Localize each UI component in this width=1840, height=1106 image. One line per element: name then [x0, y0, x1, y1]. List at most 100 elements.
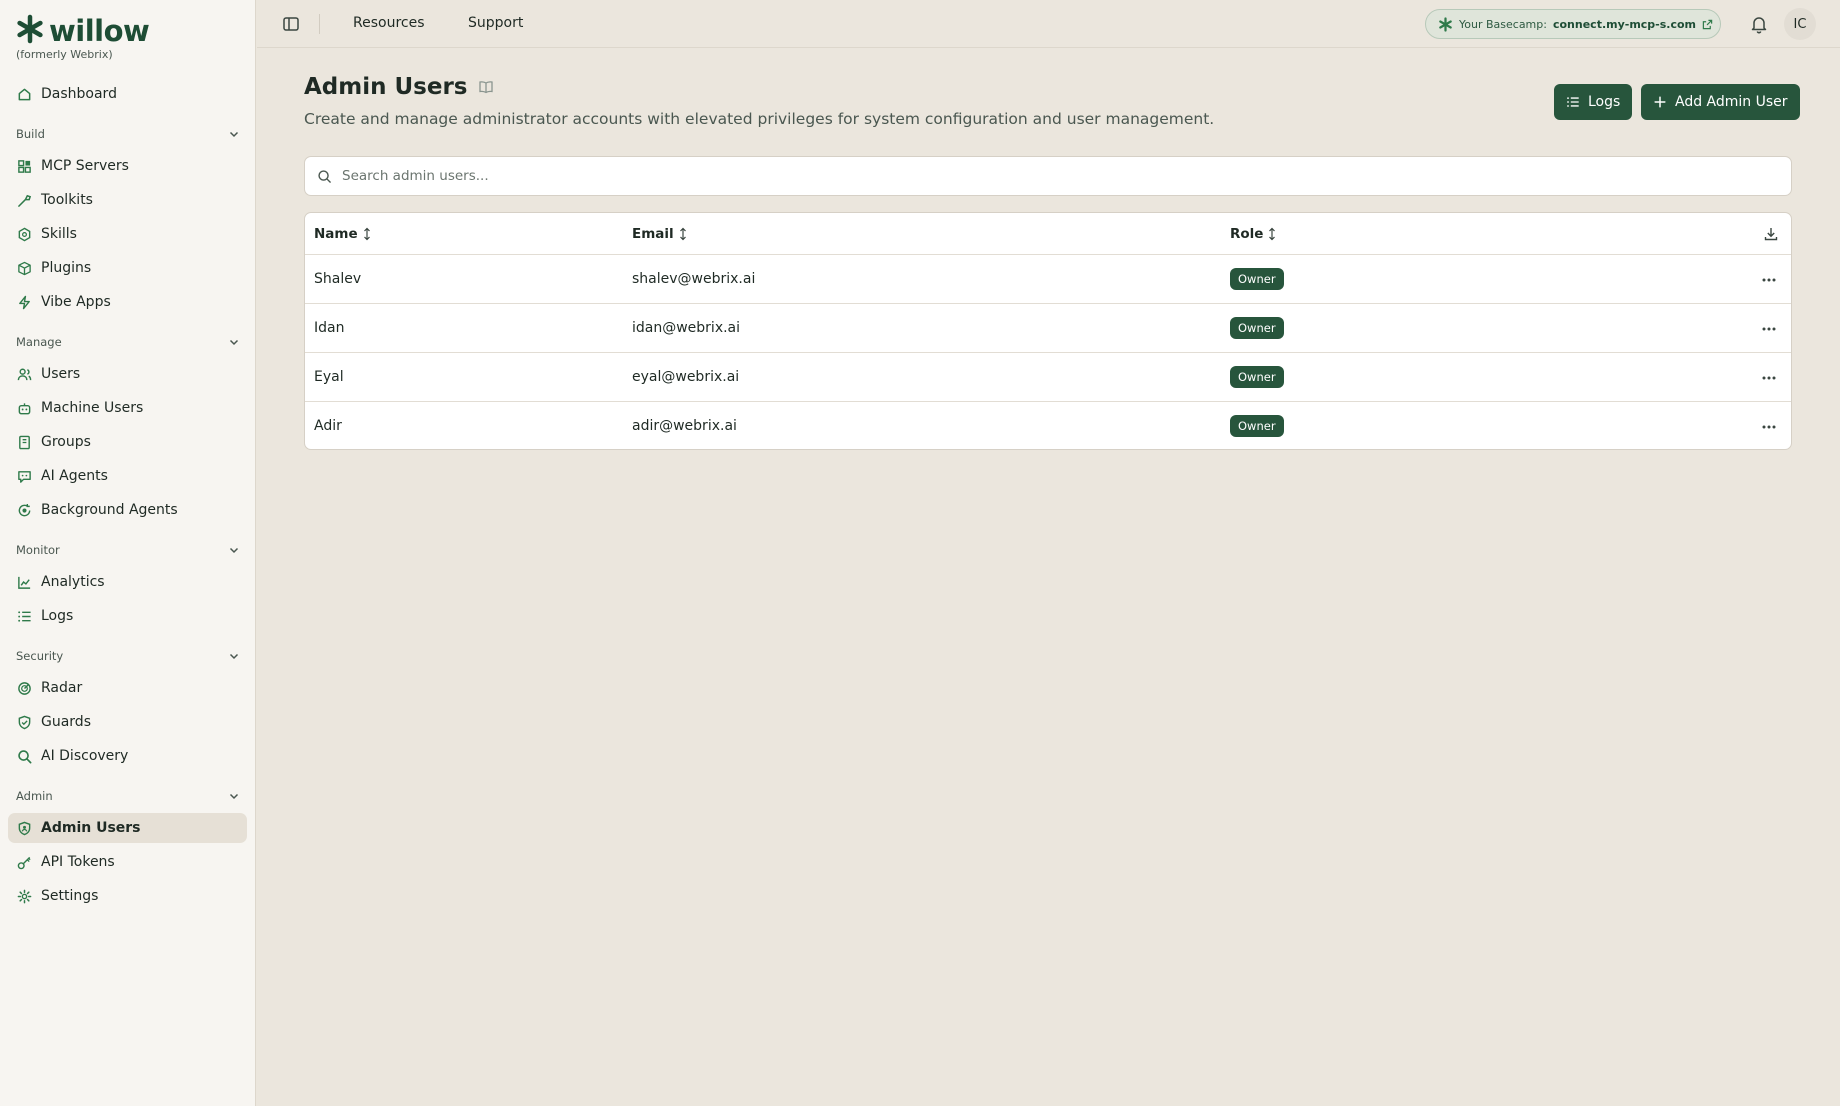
sidebar-item-admin-users[interactable]: Admin Users	[8, 813, 247, 843]
more-icon[interactable]	[1760, 271, 1778, 289]
logs-button[interactable]: Logs	[1554, 84, 1633, 120]
brand-name: willow	[49, 14, 150, 48]
willow-logo-icon	[15, 14, 45, 48]
brand[interactable]: willow (formerly Webrix)	[15, 14, 150, 61]
support-link[interactable]: Support	[468, 15, 523, 31]
sidebar-item-vibe-apps[interactable]: Vibe Apps	[8, 287, 247, 317]
sidebar-item-background-agents[interactable]: Background Agents	[8, 495, 247, 525]
sidebar-item-label: Logs	[41, 608, 74, 624]
cell-email: eyal@webrix.ai	[632, 369, 740, 385]
book-icon	[19, 435, 30, 449]
external-link-icon	[1702, 19, 1713, 29]
column-header-role[interactable]: Role	[1230, 226, 1277, 242]
sidebar-item-label: MCP Servers	[41, 158, 129, 174]
table-header: Name Email Role	[305, 213, 1791, 255]
sidebar-item-skills[interactable]: Skills	[8, 219, 247, 249]
basecamp-link[interactable]: Your Basecamp: connect.my-mcp-s.com	[1425, 9, 1721, 39]
package-icon	[18, 261, 31, 275]
table-row[interactable]: Adir adir@webrix.ai Owner	[305, 402, 1791, 449]
sidebar-item-logs[interactable]: Logs	[8, 601, 247, 631]
avatar[interactable]: IC	[1784, 8, 1816, 40]
sidebar-item-ai-agents[interactable]: AI Agents	[8, 461, 247, 491]
chevron-down-icon	[229, 131, 239, 138]
section-label: Monitor	[16, 543, 60, 557]
cell-name: Shalev	[314, 271, 362, 287]
chevron-down-icon	[229, 339, 239, 346]
cell-email: adir@webrix.ai	[632, 418, 737, 434]
column-header-email[interactable]: Email	[632, 226, 688, 242]
page-subtitle: Create and manage administrator accounts…	[304, 110, 1215, 128]
shield-icon	[18, 715, 31, 729]
home-icon	[18, 88, 31, 100]
sidebar-item-label: Dashboard	[41, 86, 117, 102]
sidebar-item-ai-discovery[interactable]: AI Discovery	[8, 741, 247, 771]
sidebar-item-label: Toolkits	[41, 192, 93, 208]
more-icon[interactable]	[1760, 418, 1778, 436]
role-badge: Owner	[1230, 268, 1284, 290]
section-label: Build	[16, 127, 45, 141]
sidebar-item-label: Vibe Apps	[41, 294, 111, 310]
sidebar-item-label: Plugins	[41, 260, 92, 276]
sidebar-item-mcp-servers[interactable]: MCP Servers	[8, 151, 247, 181]
robot-icon	[18, 402, 31, 414]
sidebar-item-label: AI Agents	[41, 468, 108, 484]
bell-icon[interactable]	[1749, 14, 1769, 34]
column-label: Role	[1230, 226, 1264, 242]
table-row[interactable]: Shalev shalev@webrix.ai Owner	[305, 255, 1791, 304]
section-manage[interactable]: Manage	[16, 332, 240, 352]
search-icon	[318, 169, 331, 183]
role-badge: Owner	[1230, 317, 1284, 339]
hexagon-icon	[18, 227, 31, 241]
cell-name: Adir	[314, 418, 342, 434]
more-icon[interactable]	[1760, 369, 1778, 387]
download-icon[interactable]	[1763, 226, 1779, 242]
table-row[interactable]: Eyal eyal@webrix.ai Owner	[305, 353, 1791, 402]
section-security[interactable]: Security	[16, 646, 240, 666]
sidebar-item-plugins[interactable]: Plugins	[8, 253, 247, 283]
column-label: Name	[314, 226, 358, 242]
logs-button-label: Logs	[1588, 94, 1621, 110]
sidebar-item-label: Guards	[41, 714, 91, 730]
topbar: Resources Support Your Basecamp: connect…	[257, 0, 1840, 48]
sidebar-item-label: Analytics	[41, 574, 105, 590]
role-badge: Owner	[1230, 415, 1284, 437]
sidebar-item-radar[interactable]: Radar	[8, 673, 247, 703]
column-header-name[interactable]: Name	[314, 226, 372, 242]
plus-icon	[1654, 96, 1666, 108]
sidebar-item-label: Machine Users	[41, 400, 144, 416]
sidebar-item-label: Skills	[41, 226, 77, 242]
search-icon	[18, 749, 32, 763]
sidebar-item-toolkits[interactable]: Toolkits	[8, 185, 247, 215]
sidebar-item-guards[interactable]: Guards	[8, 707, 247, 737]
chart-icon	[18, 576, 31, 589]
section-admin[interactable]: Admin	[16, 786, 240, 806]
refresh-bot-icon	[18, 503, 31, 516]
sidebar-toggle-icon[interactable]	[281, 14, 301, 34]
resources-link[interactable]: Resources	[353, 15, 425, 31]
shield-person-icon	[18, 821, 31, 835]
sidebar-item-users[interactable]: Users	[8, 359, 247, 389]
section-monitor[interactable]: Monitor	[16, 540, 240, 560]
key-icon	[17, 856, 31, 869]
sidebar-item-label: Users	[41, 366, 81, 382]
chevron-down-icon	[229, 547, 239, 554]
more-icon[interactable]	[1760, 320, 1778, 338]
sidebar-item-api-tokens[interactable]: API Tokens	[8, 847, 247, 877]
sidebar-item-dashboard[interactable]: Dashboard	[8, 79, 247, 109]
sidebar-item-settings[interactable]: Settings	[8, 881, 247, 911]
role-badge: Owner	[1230, 366, 1284, 388]
list-icon	[1567, 97, 1579, 107]
bolt-icon	[19, 295, 30, 309]
table-row[interactable]: Idan idan@webrix.ai Owner	[305, 304, 1791, 353]
sidebar-item-groups[interactable]: Groups	[8, 427, 247, 457]
section-label: Security	[16, 649, 64, 663]
section-build[interactable]: Build	[16, 124, 240, 144]
list-icon	[18, 610, 31, 622]
add-admin-user-button[interactable]: Add Admin User	[1641, 84, 1800, 120]
sidebar-item-machine-users[interactable]: Machine Users	[8, 393, 247, 423]
book-open-icon[interactable]	[478, 79, 494, 95]
search-input[interactable]	[342, 168, 1742, 184]
sidebar-item-analytics[interactable]: Analytics	[8, 567, 247, 597]
chevron-down-icon	[229, 793, 239, 800]
sidebar-item-label: Admin Users	[41, 820, 141, 836]
